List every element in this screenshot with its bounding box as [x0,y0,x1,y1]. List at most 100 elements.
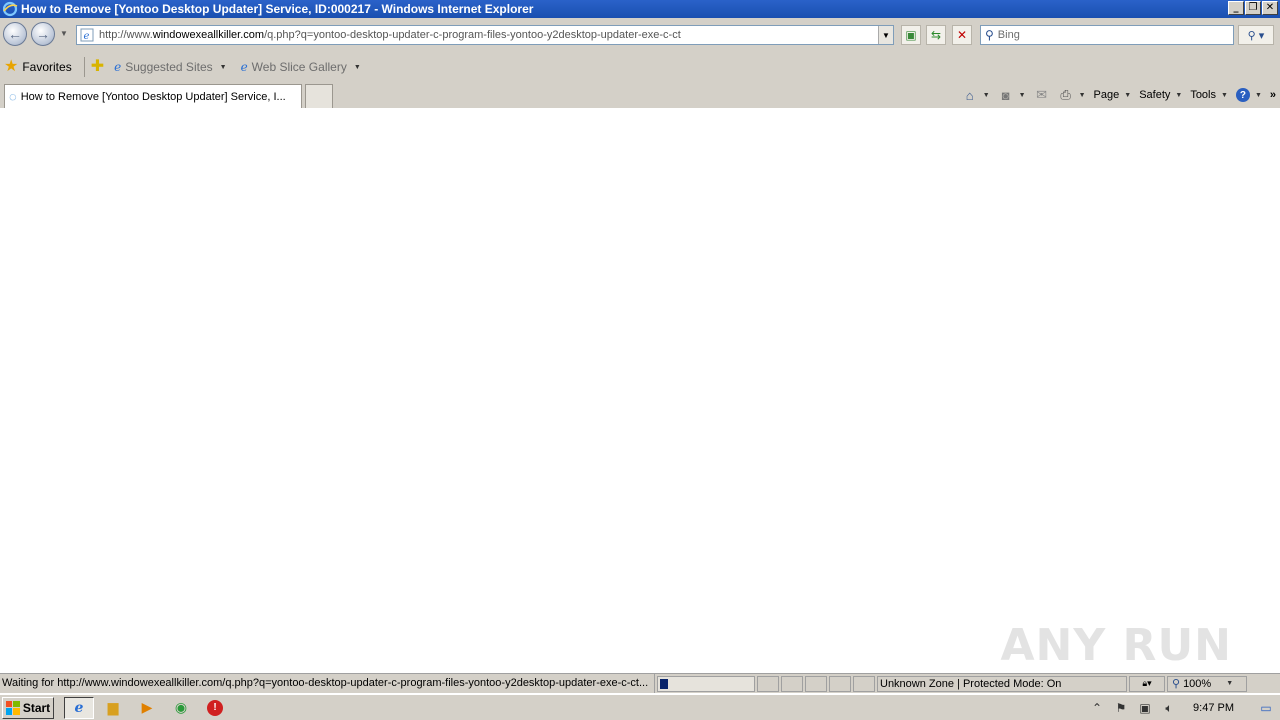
stop-x-icon: ✕ [956,28,968,42]
stop-button[interactable]: ✕ [952,25,972,45]
svg-text:e: e [84,31,90,42]
zoom-level: 100% [1183,677,1212,690]
address-url[interactable]: http://www.windowexeallkiller.com/q.php?… [99,29,878,41]
command-bar: ⌂ ▼ ◙ ▼ ✉ ⎙ ▼ Page ▼ Safety ▼ Tools ▼ ? ▼ » [962,85,1276,105]
red-stop-icon: ! [207,699,223,716]
back-button[interactable]: ← [3,22,27,46]
tools-menu-label: Tools [1190,89,1216,101]
clock[interactable]: 9:47 PM [1193,702,1234,714]
protected-mode-button[interactable]: 🔒︎▾ [1129,675,1165,692]
progress-fill [660,678,668,689]
refresh-button[interactable]: ⇆ [926,25,946,45]
status-cell [757,675,779,692]
status-cell [805,675,827,692]
status-cell [829,675,851,692]
page-content: ANY RUN [0,108,1280,673]
back-arrow-icon: ← [8,26,22,42]
window-controls: _ ❐ ✕ [1228,1,1278,15]
chevron-down-icon: ▼ [982,91,990,99]
favorites-star-icon: ★ [4,58,19,75]
status-cell [853,675,875,692]
taskbar-explorer-button[interactable]: ▆ [98,697,128,719]
url-prefix: http://www. [99,29,153,41]
page-ie-icon: e [80,28,94,42]
chevron-down-icon: ▼ [1175,91,1183,99]
navigation-bar: ← → ▼ e http://www.windowexeallkiller.co… [0,18,1280,52]
show-desktop-icon[interactable]: ▭ [1258,701,1274,715]
search-icon: ⚲ [985,28,994,42]
chevron-right-double-icon: » [1269,89,1276,101]
add-favorite-star-icon: ✚ [90,58,105,75]
home-button[interactable]: ⌂ ▼ [962,87,990,103]
taskbar-media-player-button[interactable]: ▶ [132,697,162,719]
url-domain: windowexeallkiller.com [152,29,265,41]
search-go-button[interactable]: ⚲ ▾ [1238,25,1274,45]
ie-logo-icon [2,1,18,17]
tab-active[interactable]: ◌ How to Remove [Yontoo Desktop Updater]… [4,84,302,108]
refresh-icon: ⇆ [930,28,942,42]
volume-icon[interactable]: 🔈︎ [1161,701,1177,716]
recent-pages-dropdown[interactable]: ▼ [60,29,68,38]
taskbar: Start e ▆ ▶ ◉ ! ⌃ ⚑ ▣ 🔈︎ 9:47 PM ▭ [0,694,1280,720]
taskbar-stop-app-button[interactable]: ! [200,697,230,719]
restore-button[interactable]: ❐ [1245,1,1261,15]
magnifier-icon: ⚲ ▾ [1247,29,1265,42]
window-title: How to Remove [Yontoo Desktop Updater] S… [21,2,534,16]
minimize-button[interactable]: _ [1228,1,1244,15]
feeds-button[interactable]: ◙ ▼ [998,87,1026,103]
web-slice-gallery-button[interactable]: e Web Slice Gallery ▼ [241,60,361,74]
suggested-sites-button[interactable]: e Suggested Sites ▼ [114,60,226,74]
add-to-favorites-bar-button[interactable]: ✚ [91,59,104,75]
close-button[interactable]: ✕ [1262,1,1278,15]
mail-icon: ✉ [1036,87,1048,102]
forward-button[interactable]: → [31,22,55,46]
page-menu-label: Page [1093,89,1120,101]
chevron-down-icon: ▼ [1221,91,1228,99]
favorites-button[interactable]: ★ Favorites [4,59,72,75]
chevron-down-icon: ▼ [1254,91,1262,99]
suggested-sites-label: Suggested Sites [125,60,213,74]
new-tab-button[interactable] [305,84,333,108]
url-path: /q.php?q=yontoo-desktop-updater-c-progra… [264,29,681,41]
security-zone[interactable]: Unknown Zone | Protected Mode: On [877,675,1127,692]
show-hidden-icons-icon[interactable]: ⌃ [1089,701,1105,715]
more-commands-button[interactable]: » [1270,89,1276,101]
address-bar[interactable]: e http://www.windowexeallkiller.com/q.ph… [76,25,894,45]
print-button[interactable]: ⎙ ▼ [1058,87,1086,103]
help-menu[interactable]: ? ▼ [1235,88,1262,102]
read-mail-button[interactable]: ✉ [1034,87,1050,103]
suggested-sites-ie-icon: e [114,60,122,74]
tab-label: How to Remove [Yontoo Desktop Updater] S… [20,90,286,103]
search-box[interactable]: ⚲ Bing [980,25,1234,45]
favorites-bar: ★ Favorites ✚ e Suggested Sites ▼ e Web … [0,54,1280,80]
tab-bar: ◌ How to Remove [Yontoo Desktop Updater]… [0,82,1280,108]
action-center-flag-icon[interactable]: ⚑ [1113,701,1129,715]
loading-icon: ◌ [9,89,17,104]
ie-icon: e [74,699,84,716]
chevron-down-icon: ▼ [1018,91,1026,99]
safety-menu[interactable]: Safety ▼ [1139,89,1182,101]
system-tray: ⌃ ⚑ ▣ 🔈︎ 9:47 PM ▭ [1089,696,1280,720]
forward-arrow-icon: → [36,26,50,42]
address-dropdown-button[interactable]: ▼ [878,26,893,44]
network-icon[interactable]: ▣ [1137,701,1153,715]
safety-menu-label: Safety [1139,89,1171,101]
taskbar-ie-button[interactable]: e [64,696,94,719]
zoom-button[interactable]: ⚲ 100% ▼ [1167,675,1247,692]
title-bar: How to Remove [Yontoo Desktop Updater] S… [0,0,1280,18]
favorites-label: Favorites [22,60,72,74]
tools-menu[interactable]: Tools ▼ [1190,89,1228,101]
chevron-down-icon: ▼ [1078,91,1086,99]
windows-logo-icon [5,700,20,715]
web-slice-ie-icon: e [240,60,248,74]
zoom-magnifier-icon: ⚲ [1172,678,1181,690]
taskbar-chrome-button[interactable]: ◉ [166,697,196,719]
compatibility-view-button[interactable]: ▣ [901,25,921,45]
start-button[interactable]: Start [2,696,54,719]
web-slice-gallery-label: Web Slice Gallery [251,60,347,74]
page-menu[interactable]: Page ▼ [1094,89,1132,101]
chevron-down-icon: ▼ [1124,91,1132,99]
progress-bar [657,675,755,692]
home-icon: ⌂ [965,87,974,103]
help-icon: ? [1235,88,1250,102]
